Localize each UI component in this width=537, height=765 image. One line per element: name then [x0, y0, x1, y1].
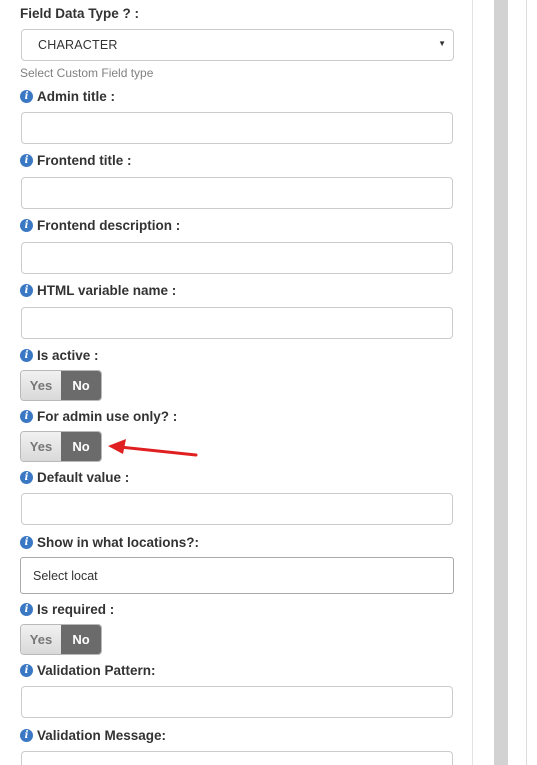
show-locations-multiselect[interactable]: Select locat — [20, 557, 454, 594]
right-side-scroll-rail — [472, 0, 537, 765]
validation-message-label: Validation Message: — [37, 728, 167, 743]
show-locations-label: Show in what locations?: — [37, 535, 199, 550]
red-arrow-annotation-icon — [108, 439, 198, 457]
panel-divider — [526, 0, 527, 765]
show-locations-placeholder: Select locat — [33, 569, 98, 583]
info-icon: i — [20, 729, 33, 742]
is-active-label: Is active : — [37, 348, 99, 363]
frontend-title-input[interactable] — [21, 177, 453, 209]
frontend-description-input[interactable] — [21, 242, 453, 274]
is-required-label: Is required : — [37, 602, 115, 617]
frontend-title-label: Frontend title : — [37, 153, 132, 168]
is-active-no-option[interactable]: No — [61, 371, 101, 400]
is-required-toggle[interactable]: Yes No — [20, 624, 102, 655]
custom-field-form: Field Data Type ? : CHARACTER ▼ Select C… — [0, 0, 470, 765]
validation-pattern-label: Validation Pattern: — [37, 663, 156, 678]
is-required-yes-option[interactable]: Yes — [21, 625, 61, 654]
validation-message-input[interactable] — [21, 751, 453, 765]
admin-use-only-toggle[interactable]: Yes No — [20, 431, 102, 462]
html-variable-name-label: HTML variable name : — [37, 283, 177, 298]
info-icon: i — [20, 349, 33, 362]
info-icon: i — [20, 603, 33, 616]
frontend-description-label: Frontend description : — [37, 218, 181, 233]
panel-divider — [472, 0, 473, 765]
is-active-yes-option[interactable]: Yes — [21, 371, 61, 400]
scrollbar-track[interactable] — [494, 0, 508, 765]
is-active-toggle[interactable]: Yes No — [20, 370, 102, 401]
info-icon: i — [20, 410, 33, 423]
html-variable-name-input[interactable] — [21, 307, 453, 339]
admin-use-only-no-option[interactable]: No — [61, 432, 101, 461]
admin-title-label: Admin title : — [37, 89, 115, 104]
field-data-type-help: Select Custom Field type — [20, 66, 154, 80]
field-data-type-label: Field Data Type ? : — [20, 6, 140, 21]
field-data-type-value: CHARACTER — [38, 38, 118, 52]
info-icon: i — [20, 154, 33, 167]
info-icon: i — [20, 536, 33, 549]
validation-pattern-input[interactable] — [21, 686, 453, 718]
info-icon: i — [20, 219, 33, 232]
info-icon: i — [20, 664, 33, 677]
field-data-type-select[interactable]: CHARACTER ▼ — [21, 29, 454, 61]
dropdown-arrow-icon: ▼ — [438, 39, 446, 48]
is-required-no-option[interactable]: No — [61, 625, 101, 654]
default-value-label: Default value : — [37, 470, 130, 485]
admin-use-only-label: For admin use only? : — [37, 409, 178, 424]
admin-use-only-yes-option[interactable]: Yes — [21, 432, 61, 461]
info-icon: i — [20, 90, 33, 103]
admin-title-input[interactable] — [21, 112, 453, 144]
info-icon: i — [20, 284, 33, 297]
info-icon: i — [20, 471, 33, 484]
default-value-input[interactable] — [21, 493, 453, 525]
